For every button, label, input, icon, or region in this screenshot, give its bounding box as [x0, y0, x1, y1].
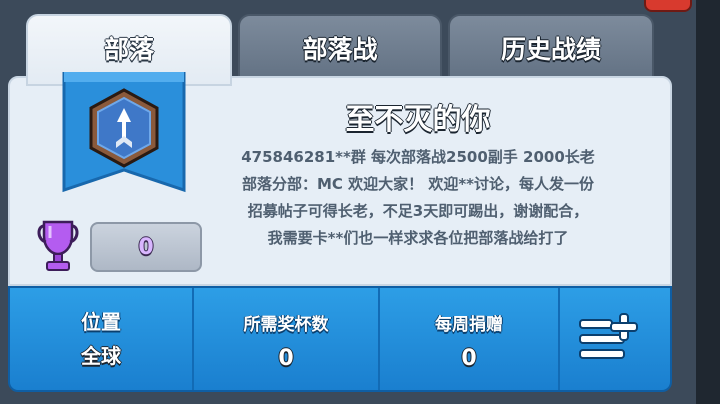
tab-war-history-label: 历史战绩: [500, 35, 601, 64]
clan-trophy-value: 0: [138, 234, 154, 260]
required-trophies-value: 0: [278, 346, 294, 371]
clan-description: 475846281**群 每次部落战2500副手 2000长老 部落分部：MC …: [214, 144, 622, 252]
required-trophies-cell: 所需奖杯数 0: [194, 288, 380, 390]
weekly-donations-cell: 每周捐赠 0: [380, 288, 560, 390]
required-trophies-label: 所需奖杯数: [243, 315, 329, 335]
clan-name: 至不灭的你: [345, 102, 491, 136]
clan-description-line: 我需要卡**们也一样求求各位把部落战给打了: [267, 229, 569, 247]
close-button[interactable]: [644, 0, 692, 12]
tab-clan-war-label: 部落战: [302, 35, 378, 64]
location-value: 全球: [81, 344, 121, 368]
list-add-icon[interactable]: [576, 312, 642, 366]
tab-clan-war[interactable]: 部落战: [238, 14, 442, 80]
tab-war-history[interactable]: 历史战绩: [448, 14, 654, 80]
clan-stats-bar: 位置 全球 所需奖杯数 0 每周捐赠 0: [8, 286, 672, 392]
clan-trophy-count: 0: [90, 222, 202, 272]
background-edge: [696, 0, 720, 404]
weekly-donations-label: 每周捐赠: [435, 315, 503, 335]
clan-description-line: 招募帖子可得长老，不足3天即可踢出，谢谢配合，: [247, 202, 589, 220]
clan-description-line: 475846281**群 每次部落战2500副手 2000长老: [241, 148, 595, 166]
location-cell: 位置 全球: [10, 288, 194, 390]
tab-clan-label: 部落: [103, 35, 154, 64]
clan-badge-icon: [62, 72, 186, 193]
location-label: 位置: [81, 310, 121, 334]
weekly-donations-value: 0: [461, 346, 477, 371]
trophy-icon: [37, 220, 79, 271]
clan-description-line: 部落分部：MC 欢迎大家！ 欢迎**讨论，每人发一份: [241, 175, 595, 193]
